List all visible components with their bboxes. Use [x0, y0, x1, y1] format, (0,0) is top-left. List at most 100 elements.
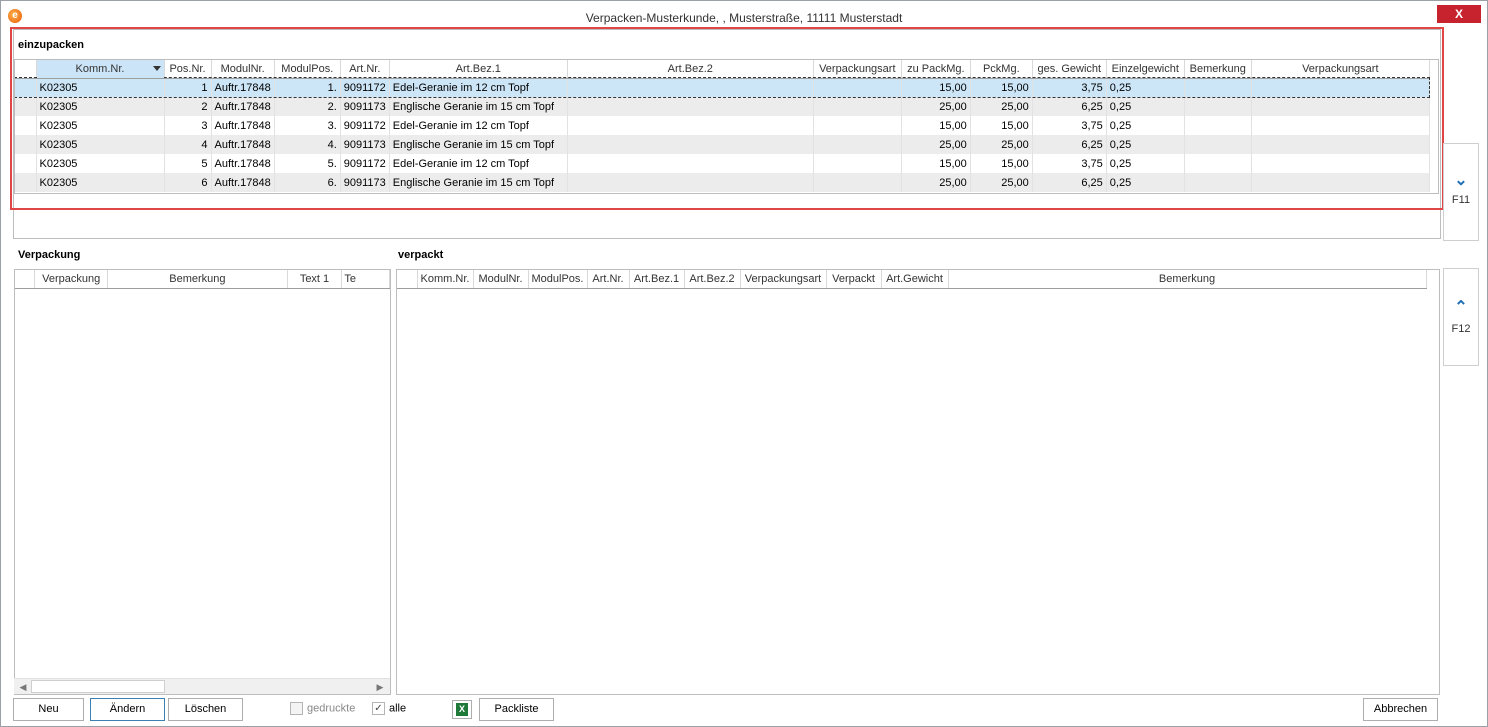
einzupacken-grid[interactable]: Komm.Nr. Pos.Nr. ModulNr. ModulPos. Art.…: [14, 59, 1439, 194]
table-cell: 15,00: [901, 78, 971, 97]
verpackt-table: Komm.Nr. ModulNr. ModulPos. Art.Nr. Art.…: [397, 270, 1427, 289]
col-header-art-bez-1[interactable]: Art.Bez.1: [389, 60, 568, 79]
col-header-ges-gewicht[interactable]: ges. Gewicht: [1032, 60, 1107, 79]
row-selector[interactable]: [15, 135, 37, 154]
scroll-left-icon[interactable]: ◀: [16, 681, 30, 693]
move-down-key-label: F11: [1451, 194, 1471, 206]
move-up-key-label: F12: [1451, 323, 1471, 335]
col-header-bemerkung[interactable]: Bemerkung: [1184, 60, 1252, 79]
col-header-komm-nr[interactable]: Komm.Nr.: [417, 270, 474, 289]
col-header-verpackt[interactable]: Verpackt: [826, 270, 882, 289]
table-cell: 15,00: [970, 78, 1033, 97]
table-cell: 4.: [274, 135, 341, 154]
row-selector[interactable]: [15, 154, 37, 173]
col-header-art-bez-2[interactable]: Art.Bez.2: [684, 270, 741, 289]
table-cell: 15,00: [901, 154, 971, 173]
excel-export-button[interactable]: X: [452, 700, 472, 719]
table-cell: 9091173: [340, 173, 390, 192]
table-cell: 0,25: [1106, 173, 1185, 192]
table-cell: 6,25: [1032, 97, 1107, 116]
table-cell: Auftr.17848: [211, 154, 275, 173]
col-header-modul-pos[interactable]: ModulPos.: [528, 270, 588, 289]
table-row[interactable]: K02305 3 Auftr.17848 3. 9091172 Edel-Geranie …: [15, 116, 1430, 135]
table-cell: 2.: [274, 97, 341, 116]
scrollbar-thumb[interactable]: [31, 680, 165, 693]
col-header-pos-nr[interactable]: Pos.Nr.: [164, 60, 212, 79]
table-row[interactable]: K02305 5 Auftr.17848 5. 9091172 Edel-Geranie …: [15, 154, 1430, 173]
loeschen-button[interactable]: Löschen: [168, 698, 243, 721]
table-cell: [813, 116, 902, 135]
table-cell: 6: [164, 173, 212, 192]
col-header-bemerkung[interactable]: Bemerkung: [948, 270, 1427, 289]
horizontal-scrollbar[interactable]: ◀ ▶: [14, 678, 390, 694]
col-header-verpackungsart[interactable]: Verpackungsart: [813, 60, 902, 79]
col-header-verpackungsart[interactable]: Verpackungsart: [740, 270, 827, 289]
col-header-text-1[interactable]: Text 1: [287, 270, 343, 289]
packliste-button[interactable]: Packliste: [479, 698, 554, 721]
sort-dropdown-icon[interactable]: [152, 66, 161, 71]
col-header-modul-nr[interactable]: ModulNr.: [473, 270, 529, 289]
col-header-einzelgewicht[interactable]: Einzelgewicht: [1106, 60, 1185, 79]
row-selector[interactable]: [15, 116, 37, 135]
table-row[interactable]: K02305 2 Auftr.17848 2. 9091173 Englische Ger…: [15, 97, 1430, 116]
col-header-komm-nr[interactable]: Komm.Nr.: [36, 60, 165, 79]
alle-checkbox[interactable]: ✓ alle: [372, 702, 406, 715]
table-cell: 3,75: [1032, 116, 1107, 135]
move-up-button[interactable]: ⌃ F12: [1443, 268, 1479, 366]
table-row[interactable]: K02305 6 Auftr.17848 6. 9091173 Englische Ger…: [15, 173, 1430, 192]
table-cell: 15,00: [901, 116, 971, 135]
row-selector[interactable]: [15, 97, 37, 116]
neu-button[interactable]: Neu: [13, 698, 84, 721]
abbrechen-button[interactable]: Abbrechen: [1363, 698, 1438, 721]
col-header-art-gewicht[interactable]: Art.Gewicht: [881, 270, 949, 289]
move-down-button[interactable]: ⌄ F11: [1443, 143, 1479, 241]
table-cell: 6,25: [1032, 135, 1107, 154]
verpackt-grid[interactable]: Komm.Nr. ModulNr. ModulPos. Art.Nr. Art.…: [396, 269, 1440, 695]
col-header-art-bez-1[interactable]: Art.Bez.1: [629, 270, 685, 289]
table-cell: 3: [164, 116, 212, 135]
table-cell: 3,75: [1032, 78, 1107, 97]
col-header-verpackung[interactable]: Verpackung: [34, 270, 109, 289]
table-row[interactable]: K02305 1 Auftr.17848 1. 9091172 Edel-Geranie …: [15, 77, 1431, 98]
verpackung-table: Verpackung Bemerkung Text 1 Te: [15, 270, 390, 289]
table-cell: [813, 154, 902, 173]
col-header-art-nr[interactable]: Art.Nr.: [587, 270, 630, 289]
table-cell: 0,25: [1106, 78, 1185, 97]
col-header-text-2[interactable]: Te: [341, 270, 390, 289]
table-cell: K02305: [36, 135, 165, 154]
table-cell: 9091172: [340, 154, 390, 173]
col-header-verpackungsart-2[interactable]: Verpackungsart: [1251, 60, 1430, 79]
col-header-modul-nr[interactable]: ModulNr.: [211, 60, 275, 79]
table-cell: 6,25: [1032, 173, 1107, 192]
table-cell: [567, 135, 814, 154]
table-cell: [1251, 154, 1430, 173]
col-header-modul-pos[interactable]: ModulPos.: [274, 60, 341, 79]
col-header-bemerkung[interactable]: Bemerkung: [107, 270, 288, 289]
table-cell: 5: [164, 154, 212, 173]
scroll-right-icon[interactable]: ▶: [373, 681, 387, 693]
aendern-button[interactable]: Ändern: [90, 698, 165, 721]
gedruckte-checkbox[interactable]: gedruckte: [290, 702, 355, 715]
einzupacken-table: Komm.Nr. Pos.Nr. ModulNr. ModulPos. Art.…: [15, 60, 1431, 192]
table-cell: [567, 173, 814, 192]
table-row[interactable]: K02305 4 Auftr.17848 4. 9091173 Englische Ger…: [15, 135, 1430, 154]
chevron-up-icon: ⌃: [1454, 299, 1468, 316]
gedruckte-checkbox-box[interactable]: [290, 702, 303, 715]
alle-checkbox-box[interactable]: ✓: [372, 702, 385, 715]
col-header-art-bez-2[interactable]: Art.Bez.2: [567, 60, 814, 79]
close-button[interactable]: X: [1437, 5, 1481, 23]
table-cell: Auftr.17848: [211, 97, 275, 116]
verpackung-grid[interactable]: Verpackung Bemerkung Text 1 Te: [14, 269, 391, 695]
main-window: e Verpacken-Musterkunde, , Musterstraße,…: [0, 0, 1488, 727]
table-cell: [813, 173, 902, 192]
col-header-zu-pack-mg[interactable]: zu PackMg.: [901, 60, 971, 79]
table-cell: 6.: [274, 173, 341, 192]
col-header-pck-mg[interactable]: PckMg.: [970, 60, 1033, 79]
table-cell: K02305: [36, 154, 165, 173]
col-header-art-nr[interactable]: Art.Nr.: [340, 60, 390, 79]
row-selector[interactable]: [15, 173, 37, 192]
table-cell: 1.: [274, 78, 341, 97]
row-selector[interactable]: [15, 78, 37, 97]
table-cell: Edel-Geranie im 12 cm Topf: [389, 154, 568, 173]
table-cell: Englische Geranie im 15 cm Topf: [389, 97, 568, 116]
